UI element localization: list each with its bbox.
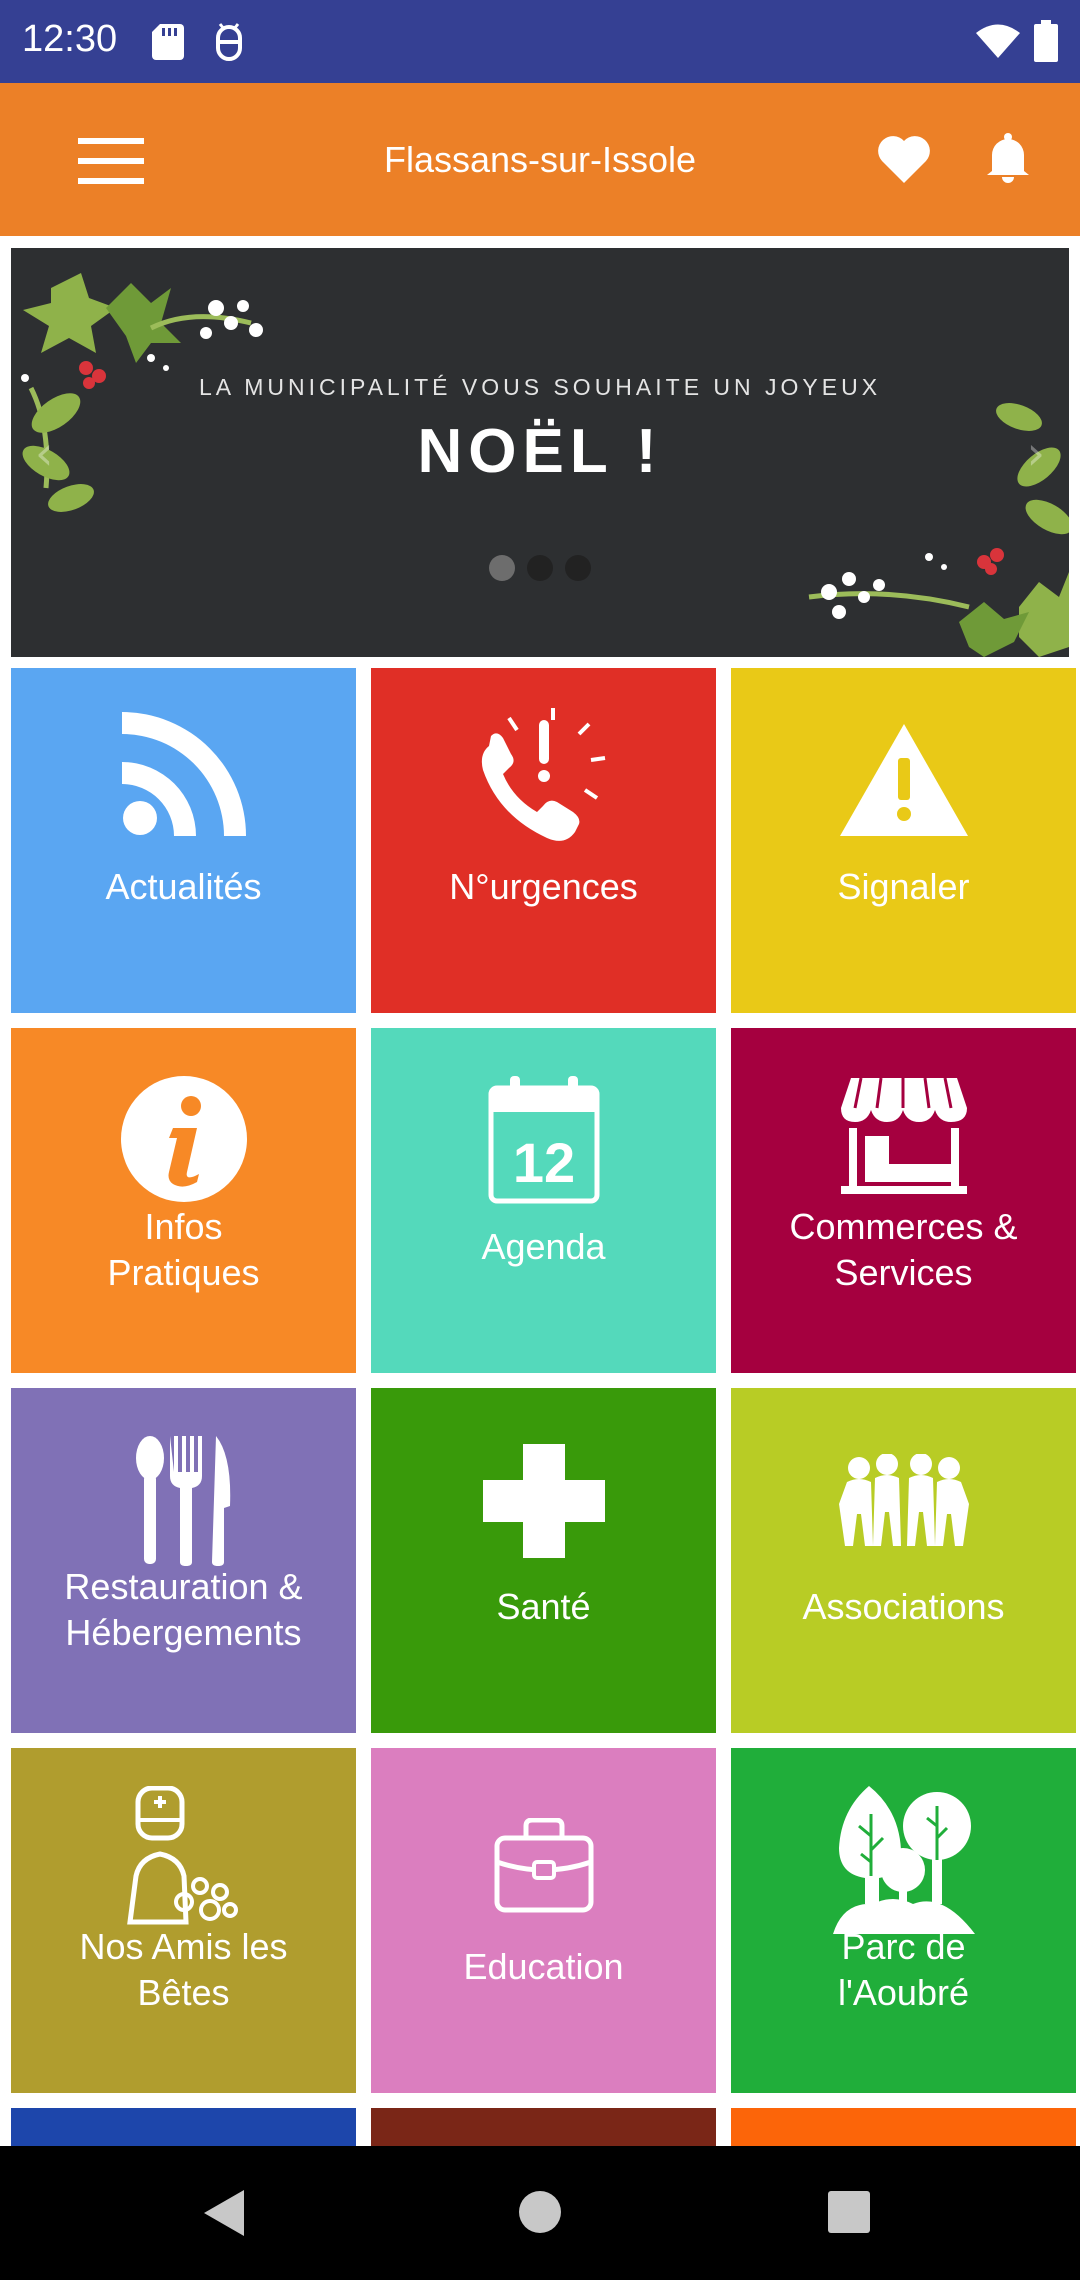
tile-partial-1[interactable]: [11, 2108, 356, 2146]
back-button-icon[interactable]: [204, 2190, 244, 2236]
banner-carousel[interactable]: LA MUNICIPALITÉ VOUS SOUHAITE UN JOYEUX …: [11, 248, 1069, 657]
tile-label: Actualités: [105, 866, 262, 907]
tile-urgences[interactable]: N°urgences: [371, 668, 716, 1013]
notification-bell-icon[interactable]: [986, 133, 1030, 183]
tile-label: Associations: [802, 1586, 1005, 1627]
rss-icon: [121, 712, 246, 836]
tile-label: N°urgences: [449, 866, 638, 907]
carousel-next-arrow[interactable]: ›: [1027, 426, 1045, 480]
home-button-icon[interactable]: [518, 2190, 562, 2234]
carousel-dot[interactable]: [527, 555, 553, 581]
people-group-icon: [838, 1454, 969, 1546]
battery-icon: [1034, 20, 1058, 62]
tile-actualites[interactable]: Actualités: [11, 668, 356, 1013]
tile-education[interactable]: Education: [371, 1748, 716, 2093]
tile-restauration[interactable]: Restauration & Hébergements: [11, 1388, 356, 1733]
recents-button-icon[interactable]: [828, 2191, 870, 2233]
tile-label: Santé: [496, 1586, 591, 1627]
calendar-day-text: 12: [512, 1131, 574, 1194]
favorites-heart-icon[interactable]: [877, 135, 931, 183]
banner-subtitle: LA MUNICIPALITÉ VOUS SOUHAITE UN JOYEUX: [198, 374, 882, 400]
tile-partial-3[interactable]: [731, 2108, 1076, 2146]
status-time: 12:30: [22, 18, 118, 60]
briefcase-icon: [494, 1818, 593, 1913]
info-icon: [120, 1076, 247, 1202]
android-debug-icon: [216, 23, 242, 61]
vet-icon: [126, 1786, 238, 1925]
wifi-icon: [976, 24, 1020, 58]
tile-parc-aoubre[interactable]: Parc de l'Aoubré: [731, 1748, 1076, 2093]
tile-label: Infos Pratiques: [107, 1206, 260, 1293]
shop-icon: [840, 1078, 967, 1194]
tile-infos-pratiques[interactable]: Infos Pratiques: [11, 1028, 356, 1373]
health-cross-icon: [482, 1444, 605, 1558]
cutlery-icon: [135, 1436, 230, 1566]
tile-sante[interactable]: Santé: [371, 1388, 716, 1733]
tile-label: Commerces & Services: [789, 1206, 1018, 1293]
app-bar: Flassans-sur-Issole: [0, 83, 1080, 236]
tile-commerces[interactable]: Commerces & Services: [731, 1028, 1076, 1373]
tile-nos-amis-les-betes[interactable]: Nos Amis les Bêtes: [11, 1748, 356, 2093]
tile-agenda[interactable]: 12 Agenda: [371, 1028, 716, 1373]
emergency-phone-icon: [481, 708, 605, 841]
tile-label: Education: [463, 1946, 624, 1987]
carousel-prev-arrow[interactable]: ‹: [35, 426, 53, 480]
status-bar: 12:30: [0, 0, 1080, 83]
tile-label: Parc de l'Aoubré: [838, 1926, 969, 2013]
system-nav-bar: [0, 2146, 1080, 2280]
carousel-dot[interactable]: [489, 555, 515, 581]
tile-partial-2[interactable]: [371, 2108, 716, 2146]
sd-card-icon: [152, 24, 184, 60]
carousel-indicator: [11, 555, 1069, 585]
tile-associations[interactable]: Associations: [731, 1388, 1076, 1733]
carousel-dot[interactable]: [565, 555, 591, 581]
holly-decoration-bottom-right: [808, 403, 1069, 657]
warning-icon: [839, 724, 968, 836]
tile-signaler[interactable]: Signaler: [731, 668, 1076, 1013]
tile-label: Restauration & Hébergements: [64, 1566, 303, 1653]
tile-label: Nos Amis les Bêtes: [79, 1926, 288, 2013]
trees-icon: [832, 1786, 975, 1934]
calendar-icon: 12: [488, 1076, 599, 1204]
tile-label: Signaler: [837, 866, 970, 907]
banner-title: NOËL !: [417, 417, 663, 486]
tile-label: Agenda: [481, 1226, 606, 1267]
